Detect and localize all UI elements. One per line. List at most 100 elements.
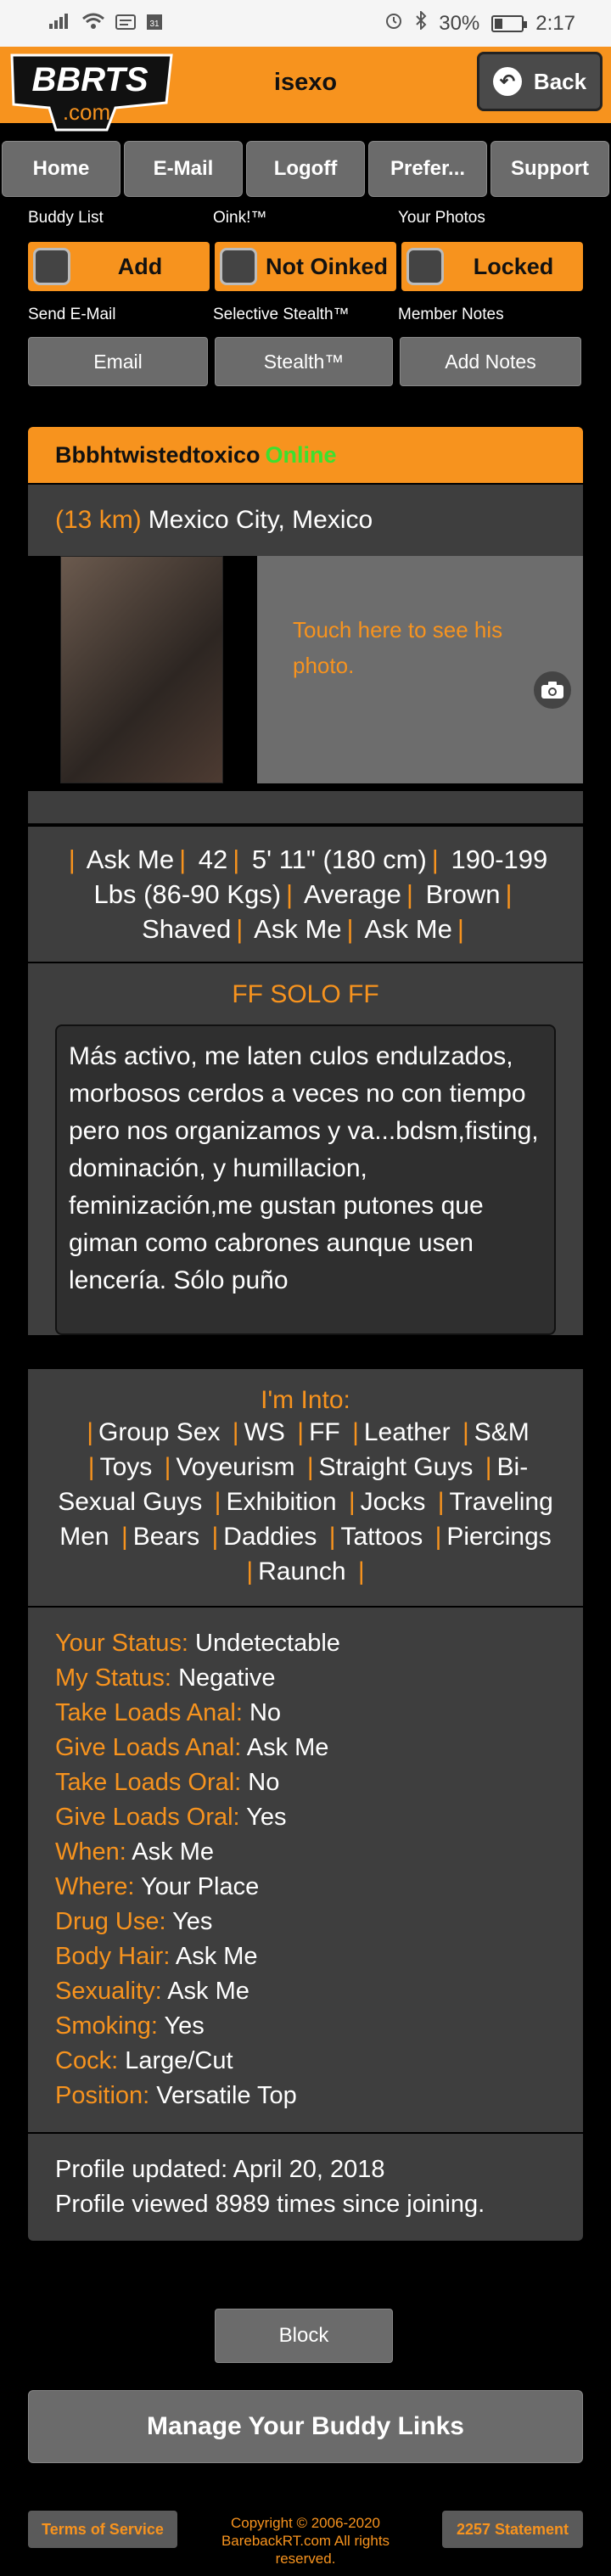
detail-value: Yes [172,1908,213,1935]
divider-section [28,789,583,825]
photo-row: Touch here to see his photo. [28,556,583,789]
profile-meta: Profile updated: April 20, 2018 Profile … [28,2132,583,2241]
photo-reveal-button[interactable]: Touch here to see his photo. [257,556,583,783]
app-header: BBRTS .com isexo ↶ Back [0,47,611,132]
profile-photo[interactable] [60,556,223,783]
detail-value: No [248,1769,280,1796]
stealth-button[interactable]: Stealth™ [215,337,393,386]
stat-item: Shaved [142,914,232,944]
manage-buddy-links-button[interactable]: Manage Your Buddy Links [28,2390,583,2463]
email-button[interactable]: Email [28,337,208,386]
back-button[interactable]: ↶ Back [477,52,603,111]
online-status: Online [265,441,337,468]
detail-value: Yes [246,1804,287,1831]
interest-item: Daddies [223,1523,317,1551]
separator: | [485,1453,492,1481]
detail-key: Position: [55,2082,150,2109]
detail-value: Ask Me [132,1838,214,1866]
profile-location: (13 km) Mexico City, Mexico [28,483,583,556]
separator: | [164,1453,171,1481]
nav-preferences[interactable]: Prefer... [368,141,487,197]
profile-viewed: Profile viewed 8989 times since joining. [55,2191,485,2218]
member-notes-label: Member Notes [398,306,504,323]
back-arrow-icon: ↶ [492,67,522,96]
separator: | [328,1523,336,1551]
buddy-list-label: Buddy List [28,209,104,227]
notification-icon [115,13,136,36]
status-left-icons: 31 [49,12,163,36]
separator: | [211,1523,219,1551]
profile-description: Más activo, me laten culos endulzados, m… [55,1024,556,1335]
username: Bbbhtwistedtoxico [55,441,261,468]
nav-support[interactable]: Support [490,141,609,197]
photo-prompt: Touch here to see his photo. [293,617,503,678]
calendar-icon: 31 [146,12,163,36]
nav-email[interactable]: E-Mail [124,141,243,197]
profile-updated: Profile updated: April 20, 2018 [55,2156,385,2183]
interest-item: Voyeurism [176,1453,295,1481]
separator: | [121,1523,128,1551]
detail-key: My Status: [55,1664,171,1692]
detail-key: Give Loads Oral: [55,1804,240,1831]
oink-checkbox [220,248,257,285]
separator: | [297,1418,305,1446]
separator: | [306,1453,314,1481]
detail-key: Body Hair: [55,1943,171,1970]
separator: | [357,1557,365,1585]
block-button[interactable]: Block [215,2309,393,2363]
detail-row: Your Status: Undetectable [55,1626,556,1661]
interests-section: I'm Into: | Group Sex | WS | FF | Leather | S… [28,1367,583,1606]
nav-home[interactable]: Home [2,141,121,197]
signal-icon [49,12,71,36]
stat-item: Ask Me [364,914,452,944]
interests-list: | Group Sex | WS | FF | Leather | S&M | Toys |… [28,1415,583,1606]
add-label: Add [117,253,163,279]
detail-row: Smoking: Yes [55,2009,556,2044]
profile-headline: FF SOLO FF [232,980,379,1008]
detail-key: Give Loads Anal: [55,1734,242,1761]
detail-row: When: Ask Me [55,1835,556,1870]
add-notes-button[interactable]: Add Notes [400,337,581,386]
stat-item: Average [304,879,401,909]
stat-item: Brown [425,879,501,909]
oink-label: Oink!™ [213,209,267,227]
detail-value: Ask Me [167,1978,249,2005]
detail-row: Body Hair: Ask Me [55,1939,556,1974]
terms-link[interactable]: Terms of Service [28,2511,177,2548]
alarm-icon [384,11,403,36]
detail-key: When: [55,1838,126,1866]
battery-icon [491,14,528,32]
stat-item: Ask Me [86,845,175,874]
detail-value: Ask Me [246,1734,329,1761]
locked-label: Locked [473,253,554,279]
photos-lock-button[interactable]: Locked [401,242,583,291]
distance: (13 km) [55,506,142,534]
add-buddy-button[interactable]: Add [28,242,210,291]
detail-row: Sexuality: Ask Me [55,1974,556,2009]
separator: | [232,1418,239,1446]
stat-item: 5' 11" (180 cm) [251,845,427,874]
separator: | [87,1453,95,1481]
separator: | [214,1488,221,1516]
oink-button[interactable]: Not Oinked [215,242,396,291]
add-checkbox [33,248,70,285]
detail-value: Versatile Top [156,2082,297,2109]
interests-title: I'm Into: [261,1386,350,1414]
nav-logoff[interactable]: Logoff [246,141,365,197]
interest-item: Jocks [360,1488,426,1516]
statement-link[interactable]: 2257 Statement [442,2511,583,2548]
interest-item: WS [244,1418,285,1446]
profile-card: Bbbhtwistedtoxico Online (13 km) Mexico … [28,427,583,2241]
svg-text:31: 31 [149,20,160,29]
detail-key: Take Loads Anal: [55,1699,243,1726]
interest-item: Bears [132,1523,200,1551]
detail-value: Negative [178,1664,276,1692]
detail-value: Undetectable [195,1630,340,1657]
separator: | [434,1523,442,1551]
interest-item: Group Sex [98,1418,221,1446]
separator: | [246,1557,254,1585]
detail-row: Take Loads Anal: No [55,1696,556,1731]
interest-item: S&M [474,1418,530,1446]
detail-value: Ask Me [175,1943,258,1970]
detail-row: Give Loads Oral: Yes [55,1800,556,1835]
